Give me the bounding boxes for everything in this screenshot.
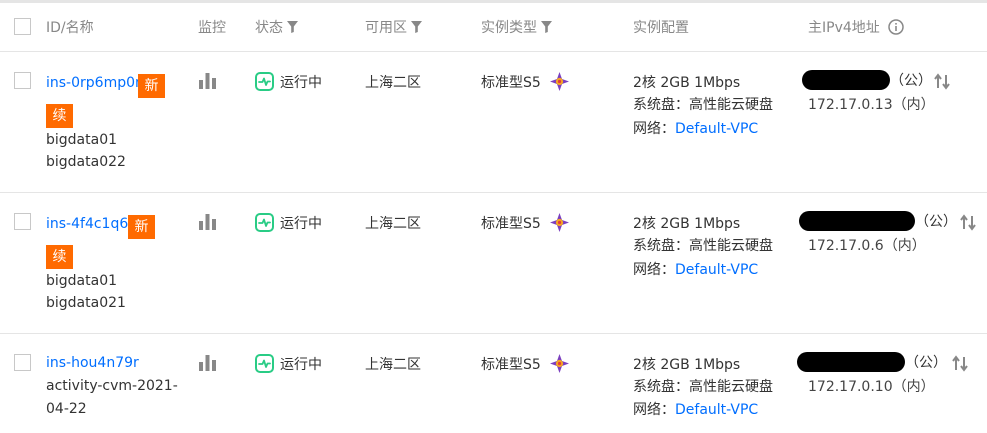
instance-id-link[interactable]: ins-4f4c1q6j (46, 216, 132, 232)
network-label: 网络： (633, 262, 675, 278)
private-ip: 172.17.0.10（内） (808, 379, 935, 395)
zone-text: 上海二区 (365, 357, 421, 373)
filter-icon[interactable] (287, 21, 298, 33)
status-text: 运行中 (280, 357, 322, 373)
config-network: 网络：Default-VPC (633, 399, 758, 419)
config-network: 网络：Default-VPC (633, 259, 758, 279)
renew-badge[interactable]: 续 (46, 104, 73, 128)
redacted-public-ip (797, 352, 905, 372)
instance-name: bigdata021 (46, 295, 126, 311)
header-instance-type[interactable]: 实例类型 (481, 17, 552, 37)
instance-name: activity-cvm-2021- (46, 378, 178, 394)
renew-badge[interactable]: 续 (46, 245, 73, 269)
header-ipv4: 主IPv4地址 (808, 17, 904, 37)
cpu-type-icon (550, 213, 569, 232)
running-status-icon (255, 72, 274, 91)
config-disk: 系统盘：高性能云硬盘 (633, 97, 773, 113)
instance-name: bigdata01 (46, 132, 118, 148)
zone-text: 上海二区 (365, 75, 421, 91)
swap-ip-icon[interactable] (960, 214, 977, 231)
network-label: 网络： (633, 402, 675, 418)
header-status[interactable]: 状态 (255, 17, 298, 37)
instance-name: bigdata022 (46, 154, 126, 170)
bar-chart-icon[interactable] (199, 214, 216, 230)
config-spec: 2核 2GB 1Mbps (633, 216, 741, 232)
public-ip-suffix: （公） (905, 355, 947, 371)
swap-ip-icon[interactable] (934, 73, 951, 90)
new-badge[interactable]: 新 (138, 74, 165, 98)
header-monitor: 监控 (198, 20, 226, 36)
header-status-label: 状态 (255, 20, 283, 36)
config-disk: 系统盘：高性能云硬盘 (633, 379, 773, 395)
private-ip: 172.17.0.6（内） (808, 238, 926, 254)
info-icon[interactable] (888, 19, 904, 35)
config-network: 网络：Default-VPC (633, 118, 758, 138)
filter-icon[interactable] (541, 21, 552, 33)
header-zone-label: 可用区 (365, 20, 407, 36)
filter-icon[interactable] (411, 21, 422, 33)
table-row: ins-0rp6mp0n 新 续 bigdata01 bigdata022 运行… (0, 52, 987, 193)
running-status-icon (255, 213, 274, 232)
network-link[interactable]: Default-VPC (675, 402, 758, 418)
public-ip-suffix: （公） (890, 73, 932, 89)
new-badge[interactable]: 新 (128, 215, 155, 239)
header-instance-type-label: 实例类型 (481, 20, 537, 36)
config-spec: 2核 2GB 1Mbps (633, 75, 741, 91)
header-ipv4-label: 主IPv4地址 (808, 20, 880, 36)
network-label: 网络： (633, 121, 675, 137)
bar-chart-icon[interactable] (199, 355, 216, 371)
row-checkbox[interactable] (14, 72, 31, 89)
header-config: 实例配置 (633, 20, 689, 36)
instance-name: bigdata01 (46, 273, 118, 289)
table-row: ins-hou4n79r activity-cvm-2021- 04-22 运行… (0, 334, 987, 433)
table-row: ins-4f4c1q6j 新 续 bigdata01 bigdata021 运行… (0, 193, 987, 334)
zone-text: 上海二区 (365, 216, 421, 232)
status-text: 运行中 (280, 216, 322, 232)
config-spec: 2核 2GB 1Mbps (633, 357, 741, 373)
header-id-name: ID/名称 (46, 20, 94, 36)
redacted-public-ip (802, 70, 890, 90)
header-zone[interactable]: 可用区 (365, 17, 422, 37)
instance-type-text: 标准型S5 (481, 75, 541, 91)
cpu-type-icon (550, 72, 569, 91)
instance-id-link[interactable]: ins-0rp6mp0n (46, 75, 144, 91)
instance-id-link[interactable]: ins-hou4n79r (46, 355, 139, 371)
instance-type-text: 标准型S5 (481, 216, 541, 232)
row-checkbox[interactable] (14, 213, 31, 230)
row-checkbox[interactable] (14, 354, 31, 371)
table-header: ID/名称 监控 状态 可用区 实例类型 实例配置 主IPv4地址 (0, 3, 987, 52)
public-ip-suffix: （公） (915, 214, 957, 230)
select-all-checkbox[interactable] (14, 18, 31, 35)
private-ip: 172.17.0.13（内） (808, 97, 935, 113)
instance-type-text: 标准型S5 (481, 357, 541, 373)
redacted-public-ip (799, 211, 915, 231)
config-disk: 系统盘：高性能云硬盘 (633, 238, 773, 254)
cpu-type-icon (550, 354, 569, 373)
instance-name: 04-22 (46, 401, 87, 417)
swap-ip-icon[interactable] (952, 355, 969, 372)
network-link[interactable]: Default-VPC (675, 121, 758, 137)
running-status-icon (255, 354, 274, 373)
status-text: 运行中 (280, 75, 322, 91)
network-link[interactable]: Default-VPC (675, 262, 758, 278)
bar-chart-icon[interactable] (199, 73, 216, 89)
